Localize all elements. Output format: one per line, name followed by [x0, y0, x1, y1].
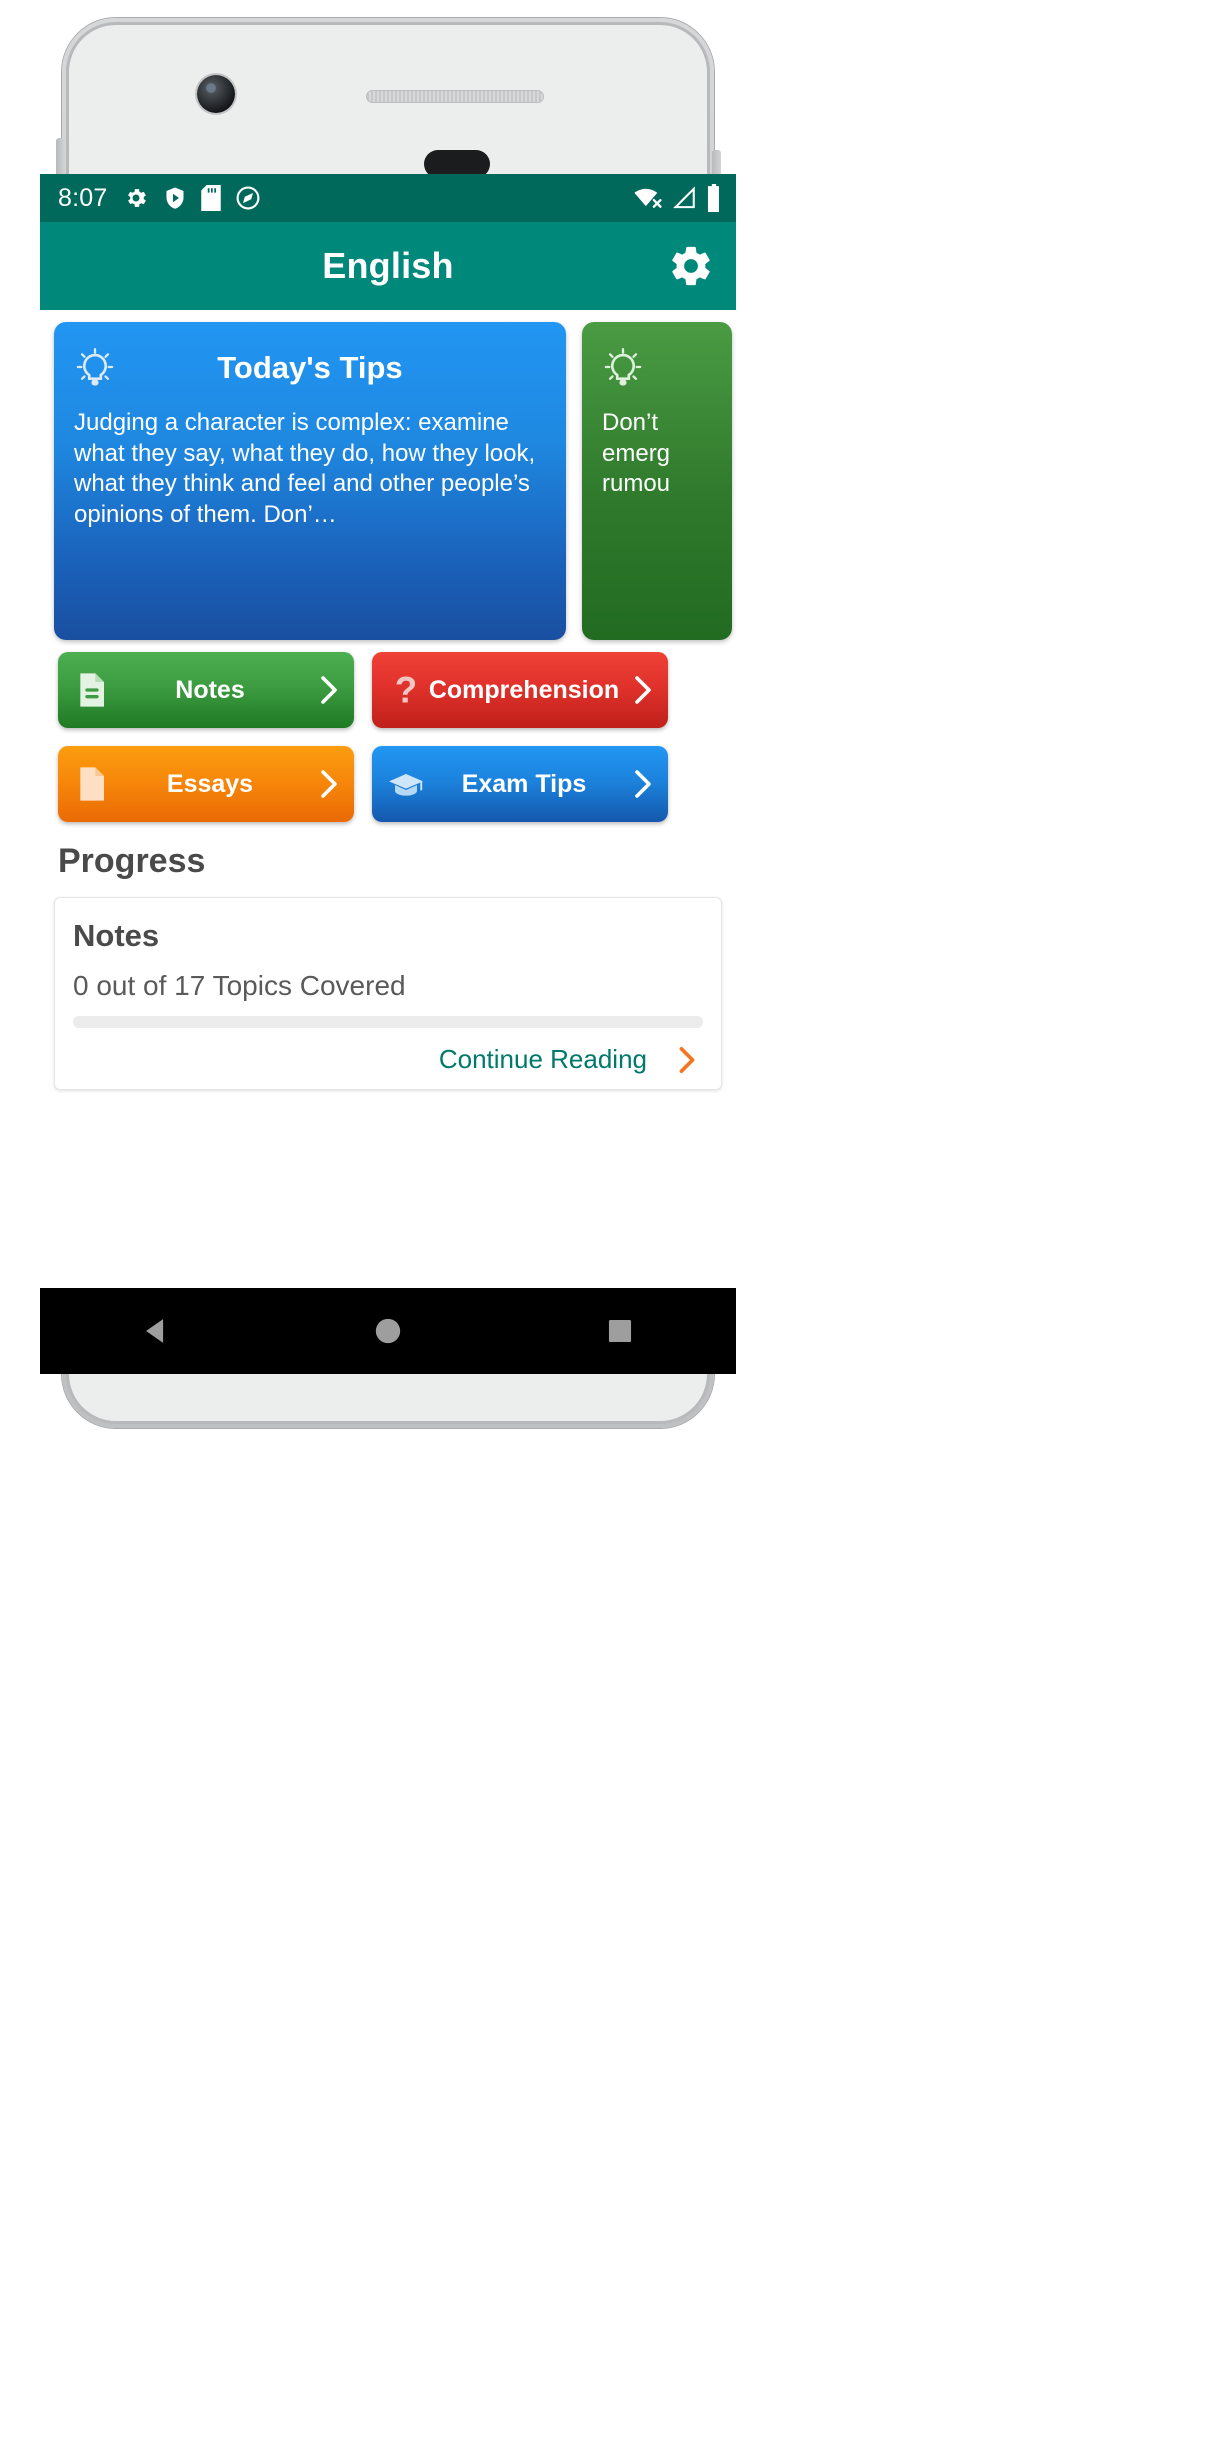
back-triangle-icon[interactable]	[139, 1314, 173, 1348]
graduation-cap-icon	[389, 774, 423, 796]
action-button-comprehension[interactable]: ? Comprehension	[372, 652, 668, 728]
lightbulb-icon	[604, 347, 642, 386]
tips-carousel[interactable]: Today's Tips Judging a character is comp…	[40, 310, 736, 640]
action-button-label: Comprehension	[428, 675, 620, 704]
tip-card-secondary[interactable]: Don’t emerg rumou	[582, 322, 732, 640]
progress-card-footer[interactable]: Continue Reading	[73, 1044, 703, 1075]
action-button-exam-tips[interactable]: Exam Tips	[372, 746, 668, 822]
continue-reading-link[interactable]: Continue Reading	[439, 1044, 647, 1075]
chevron-right-icon[interactable]	[677, 1046, 697, 1074]
gear-icon[interactable]	[668, 243, 714, 289]
progress-card-title: Notes	[73, 918, 160, 953]
earpiece-speaker	[366, 90, 544, 103]
page-icon	[80, 767, 104, 801]
svg-text:?: ?	[395, 670, 417, 710]
tip-card-primary[interactable]: Today's Tips Judging a character is comp…	[54, 322, 566, 640]
front-camera-icon	[197, 75, 235, 113]
tip-card-body: Judging a character is complex: examine …	[74, 409, 536, 529]
gear-icon	[128, 189, 147, 207]
app-bar: English	[40, 222, 736, 310]
battery-full-icon	[707, 184, 719, 212]
action-button-label: Notes	[175, 675, 245, 704]
progress-card: Notes 0 out of 17 Topics Covered Continu…	[54, 897, 722, 1090]
tip-card-header	[602, 342, 712, 394]
tip-card-header: Today's Tips	[74, 342, 546, 394]
chevron-right-icon	[635, 770, 651, 798]
action-button-essays[interactable]: Essays	[58, 746, 354, 822]
action-grid: Notes ? Comprehension Essays Exam Tips	[40, 640, 736, 822]
cellular-signal-icon	[673, 186, 695, 209]
tip-card-body: Don’t emerg rumou	[602, 409, 671, 498]
screenshot-root: 8:07 English Today's Tips Judging a char…	[0, 0, 1224, 2456]
status-bar-right-icons	[634, 184, 722, 212]
android-nav-bar	[40, 1288, 736, 1374]
status-bar-clock: 8:07	[58, 183, 108, 212]
play-protect-shield-icon	[166, 187, 184, 209]
progress-section-heading: Progress	[58, 842, 206, 880]
progress-bar	[73, 1016, 703, 1028]
chevron-right-icon	[321, 676, 337, 704]
progress-card-subtitle: 0 out of 17 Topics Covered	[73, 970, 406, 1001]
action-button-label: Exam Tips	[461, 769, 587, 798]
data-saver-icon	[236, 186, 260, 210]
phone-screen: 8:07 English Today's Tips Judging a char…	[40, 174, 736, 1374]
page-title: English	[322, 245, 454, 286]
status-bar: 8:07	[40, 174, 736, 222]
document-lines-icon	[80, 673, 104, 707]
wifi-no-internet-icon	[634, 188, 662, 208]
recents-square-icon[interactable]	[603, 1314, 637, 1348]
home-circle-icon[interactable]	[371, 1314, 405, 1348]
action-button-notes[interactable]: Notes	[58, 652, 354, 728]
tip-card-title: Today's Tips	[217, 350, 403, 385]
status-bar-left-icons	[123, 185, 261, 211]
question-mark-icon: ?	[395, 670, 417, 710]
action-button-label: Essays	[166, 769, 254, 798]
sd-card-icon	[201, 185, 222, 211]
chevron-right-icon	[321, 770, 337, 798]
chevron-right-icon	[635, 676, 651, 704]
